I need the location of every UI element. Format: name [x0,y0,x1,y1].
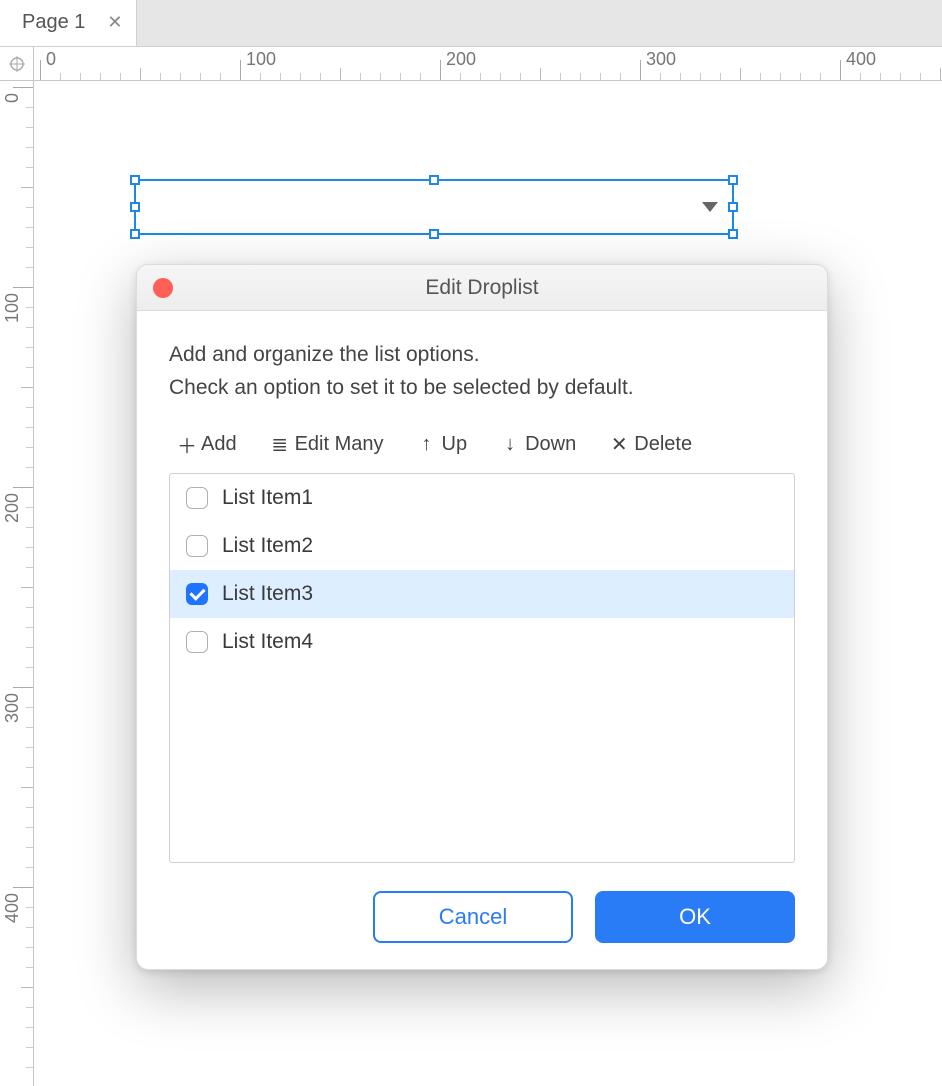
ok-button[interactable]: OK [595,891,795,943]
droplist-widget[interactable] [134,179,734,235]
down-label: Down [525,433,576,456]
arrow-up-icon: ↑ [418,433,436,456]
edit-droplist-dialog: Edit Droplist Add and organize the list … [136,264,828,970]
dialog-titlebar[interactable]: Edit Droplist [137,265,827,311]
list-item-checkbox[interactable] [186,487,208,509]
delete-button[interactable]: ✕ Delete [610,432,692,457]
cancel-button[interactable]: Cancel [373,891,573,943]
arrow-down-icon: ↓ [501,433,519,456]
add-label: Add [201,433,237,456]
options-listbox[interactable]: List Item1 List Item2 List Item3 List Item4 [169,473,795,863]
chevron-down-icon [702,202,718,212]
resize-handle-top-center[interactable] [429,175,439,185]
dialog-toolbar: ＋ Add ≣ Edit Many ↑ Up ↓ Down ✕ Delete [169,430,795,459]
list-item[interactable]: List Item3 [170,570,794,618]
up-label: Up [442,433,468,456]
dialog-instructions: Add and organize the list options. Check… [169,339,795,404]
resize-handle-bottom-right[interactable] [728,229,738,239]
list-item-checkbox[interactable] [186,583,208,605]
list-icon: ≣ [271,432,289,457]
ruler-left-number: 400 [2,893,23,923]
list-item-label: List Item3 [222,582,313,606]
x-icon: ✕ [610,432,628,457]
ok-label: OK [679,904,711,930]
plus-icon: ＋ [177,430,195,459]
tab-strip: Page 1 ✕ [0,0,942,47]
dialog-body: Add and organize the list options. Check… [137,311,827,969]
ruler-top-number: 400 [846,49,876,70]
page-tab[interactable]: Page 1 ✕ [0,0,137,46]
ruler-top-number: 300 [646,49,676,70]
resize-handle-bottom-center[interactable] [429,229,439,239]
delete-label: Delete [634,433,692,456]
edit-many-label: Edit Many [295,433,384,456]
edit-many-button[interactable]: ≣ Edit Many [271,432,384,457]
ruler-left-number: 100 [2,293,23,323]
ruler-top-number: 200 [446,49,476,70]
resize-handle-middle-left[interactable] [130,202,140,212]
list-item-label: List Item1 [222,486,313,510]
resize-handle-bottom-left[interactable] [130,229,140,239]
ruler-left-number: 0 [2,93,23,103]
page-tab-label: Page 1 [22,11,85,34]
window-close-button[interactable] [153,278,173,298]
instructions-line-2: Check an option to set it to be selected… [169,372,795,405]
close-icon[interactable]: ✕ [107,12,122,33]
list-item[interactable]: List Item1 [170,474,794,522]
list-item-checkbox[interactable] [186,631,208,653]
resize-handle-top-right[interactable] [728,175,738,185]
ruler-vertical[interactable]: 0 100 200 300 400 [0,81,34,1086]
ruler-origin[interactable] [0,47,34,81]
dialog-title: Edit Droplist [137,276,827,300]
dialog-buttons: Cancel OK [169,891,795,943]
list-item-label: List Item2 [222,534,313,558]
cancel-label: Cancel [439,904,507,930]
ruler-top-number: 100 [246,49,276,70]
list-item-label: List Item4 [222,630,313,654]
list-item[interactable]: List Item2 [170,522,794,570]
ruler-left-number: 200 [2,493,23,523]
add-button[interactable]: ＋ Add [177,430,237,459]
down-button[interactable]: ↓ Down [501,433,576,456]
up-button[interactable]: ↑ Up [418,433,468,456]
resize-handle-top-left[interactable] [130,175,140,185]
ruler-top-number: 0 [46,49,56,70]
ruler-left-number: 300 [2,693,23,723]
list-item[interactable]: List Item4 [170,618,794,666]
instructions-line-1: Add and organize the list options. [169,339,795,372]
resize-handle-middle-right[interactable] [728,202,738,212]
list-item-checkbox[interactable] [186,535,208,557]
ruler-horizontal[interactable]: 0 100 200 300 400 [34,47,942,81]
